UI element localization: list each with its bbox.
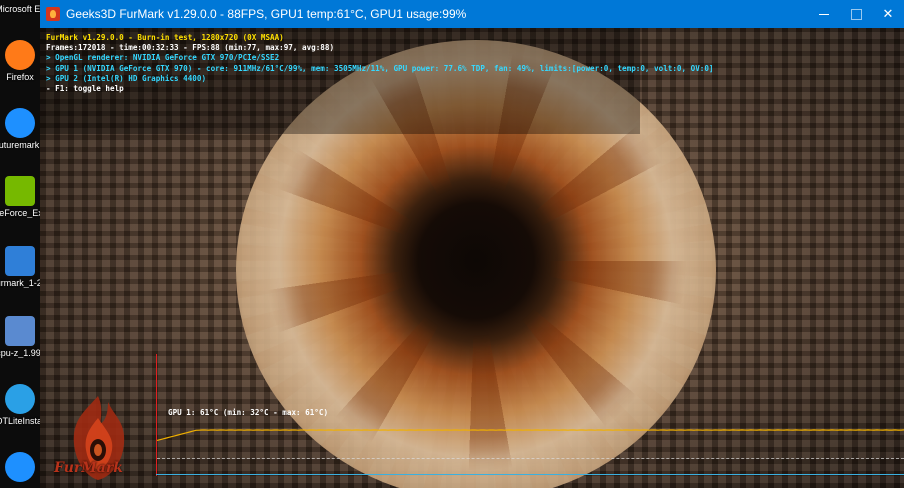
hud-benchmark-title: FurMark v1.29.0.0 - Burn-in test, 1280x7… xyxy=(46,33,284,42)
desktop-icon-column: Microsoft Ec Firefox Futuremark... GeForce_… xyxy=(0,0,40,488)
desktop-shortcut-label: Microsoft Ec xyxy=(0,4,40,14)
graph-x-axis xyxy=(156,474,904,475)
geforce-icon xyxy=(5,176,35,206)
installer-icon xyxy=(5,246,35,276)
graph-title: GPU 1: 61°C (min: 32°C - max: 61°C) xyxy=(168,408,329,417)
minimize-button[interactable] xyxy=(808,0,840,28)
desktop-shortcut[interactable]: furmark_1-29 xyxy=(0,246,40,288)
desktop-shortcut[interactable] xyxy=(0,452,40,482)
furmark-app-icon xyxy=(46,7,60,21)
futuremark-icon xyxy=(5,452,35,482)
hud-gpu2-info: > GPU 2 (Intel(R) HD Graphics 4400) xyxy=(46,74,207,83)
hud-gpu1-info: > GPU 1 (NVIDIA GeForce GTX 970) - core:… xyxy=(46,64,714,73)
hud-opengl-renderer: > OpenGL renderer: NVIDIA GeForce GTX 97… xyxy=(46,53,280,62)
furmark-window[interactable]: Geeks3D FurMark v1.29.0.0 - 88FPS, GPU1 … xyxy=(40,0,904,488)
desktop-shortcut-label: furmark_1-29 xyxy=(0,278,40,288)
desktop-shortcut[interactable]: cpu-z_1.99- xyxy=(0,316,40,358)
desktop-shortcut-label: Firefox xyxy=(6,72,34,82)
graph-reference-line xyxy=(157,458,904,459)
desktop-shortcut[interactable]: Firefox xyxy=(0,40,40,82)
furmark-logo-text: FurMark xyxy=(54,460,123,476)
daemon-tools-icon xyxy=(5,384,35,414)
window-title: Geeks3D FurMark v1.29.0.0 - 88FPS, GPU1 … xyxy=(66,7,467,21)
desktop-shortcut-label: Futuremark... xyxy=(0,140,40,150)
temperature-graph: GPU 1: 61°C (min: 32°C - max: 61°C) xyxy=(156,354,904,476)
desktop-shortcut[interactable]: Microsoft Ec xyxy=(0,2,40,14)
cpuz-icon xyxy=(5,316,35,346)
desktop-shortcut[interactable]: Futuremark... xyxy=(0,108,40,150)
title-bar[interactable]: Geeks3D FurMark v1.29.0.0 - 88FPS, GPU1 … xyxy=(40,0,904,28)
render-viewport[interactable]: FurMark v1.29.0.0 - Burn-in test, 1280x7… xyxy=(40,28,904,488)
temperature-line xyxy=(157,429,904,442)
hud-help-hint: - F1: toggle help xyxy=(46,84,124,93)
maximize-button[interactable] xyxy=(840,0,872,28)
desktop-shortcut-label: GeForce_Exp xyxy=(0,208,40,218)
close-button[interactable]: ✕ xyxy=(872,0,904,28)
temperature-series xyxy=(157,429,904,442)
hud-frame-stats: Frames:172018 - time:00:32:33 - FPS:88 (… xyxy=(46,43,335,52)
desktop-shortcut-label: cpu-z_1.99- xyxy=(0,348,40,358)
firefox-icon xyxy=(5,40,35,70)
desktop-shortcut-label: DTLiteInstal xyxy=(0,416,40,426)
desktop-shortcut[interactable]: GeForce_Exp xyxy=(0,176,40,218)
desktop-shortcut[interactable]: DTLiteInstal xyxy=(0,384,40,426)
futuremark-icon xyxy=(5,108,35,138)
